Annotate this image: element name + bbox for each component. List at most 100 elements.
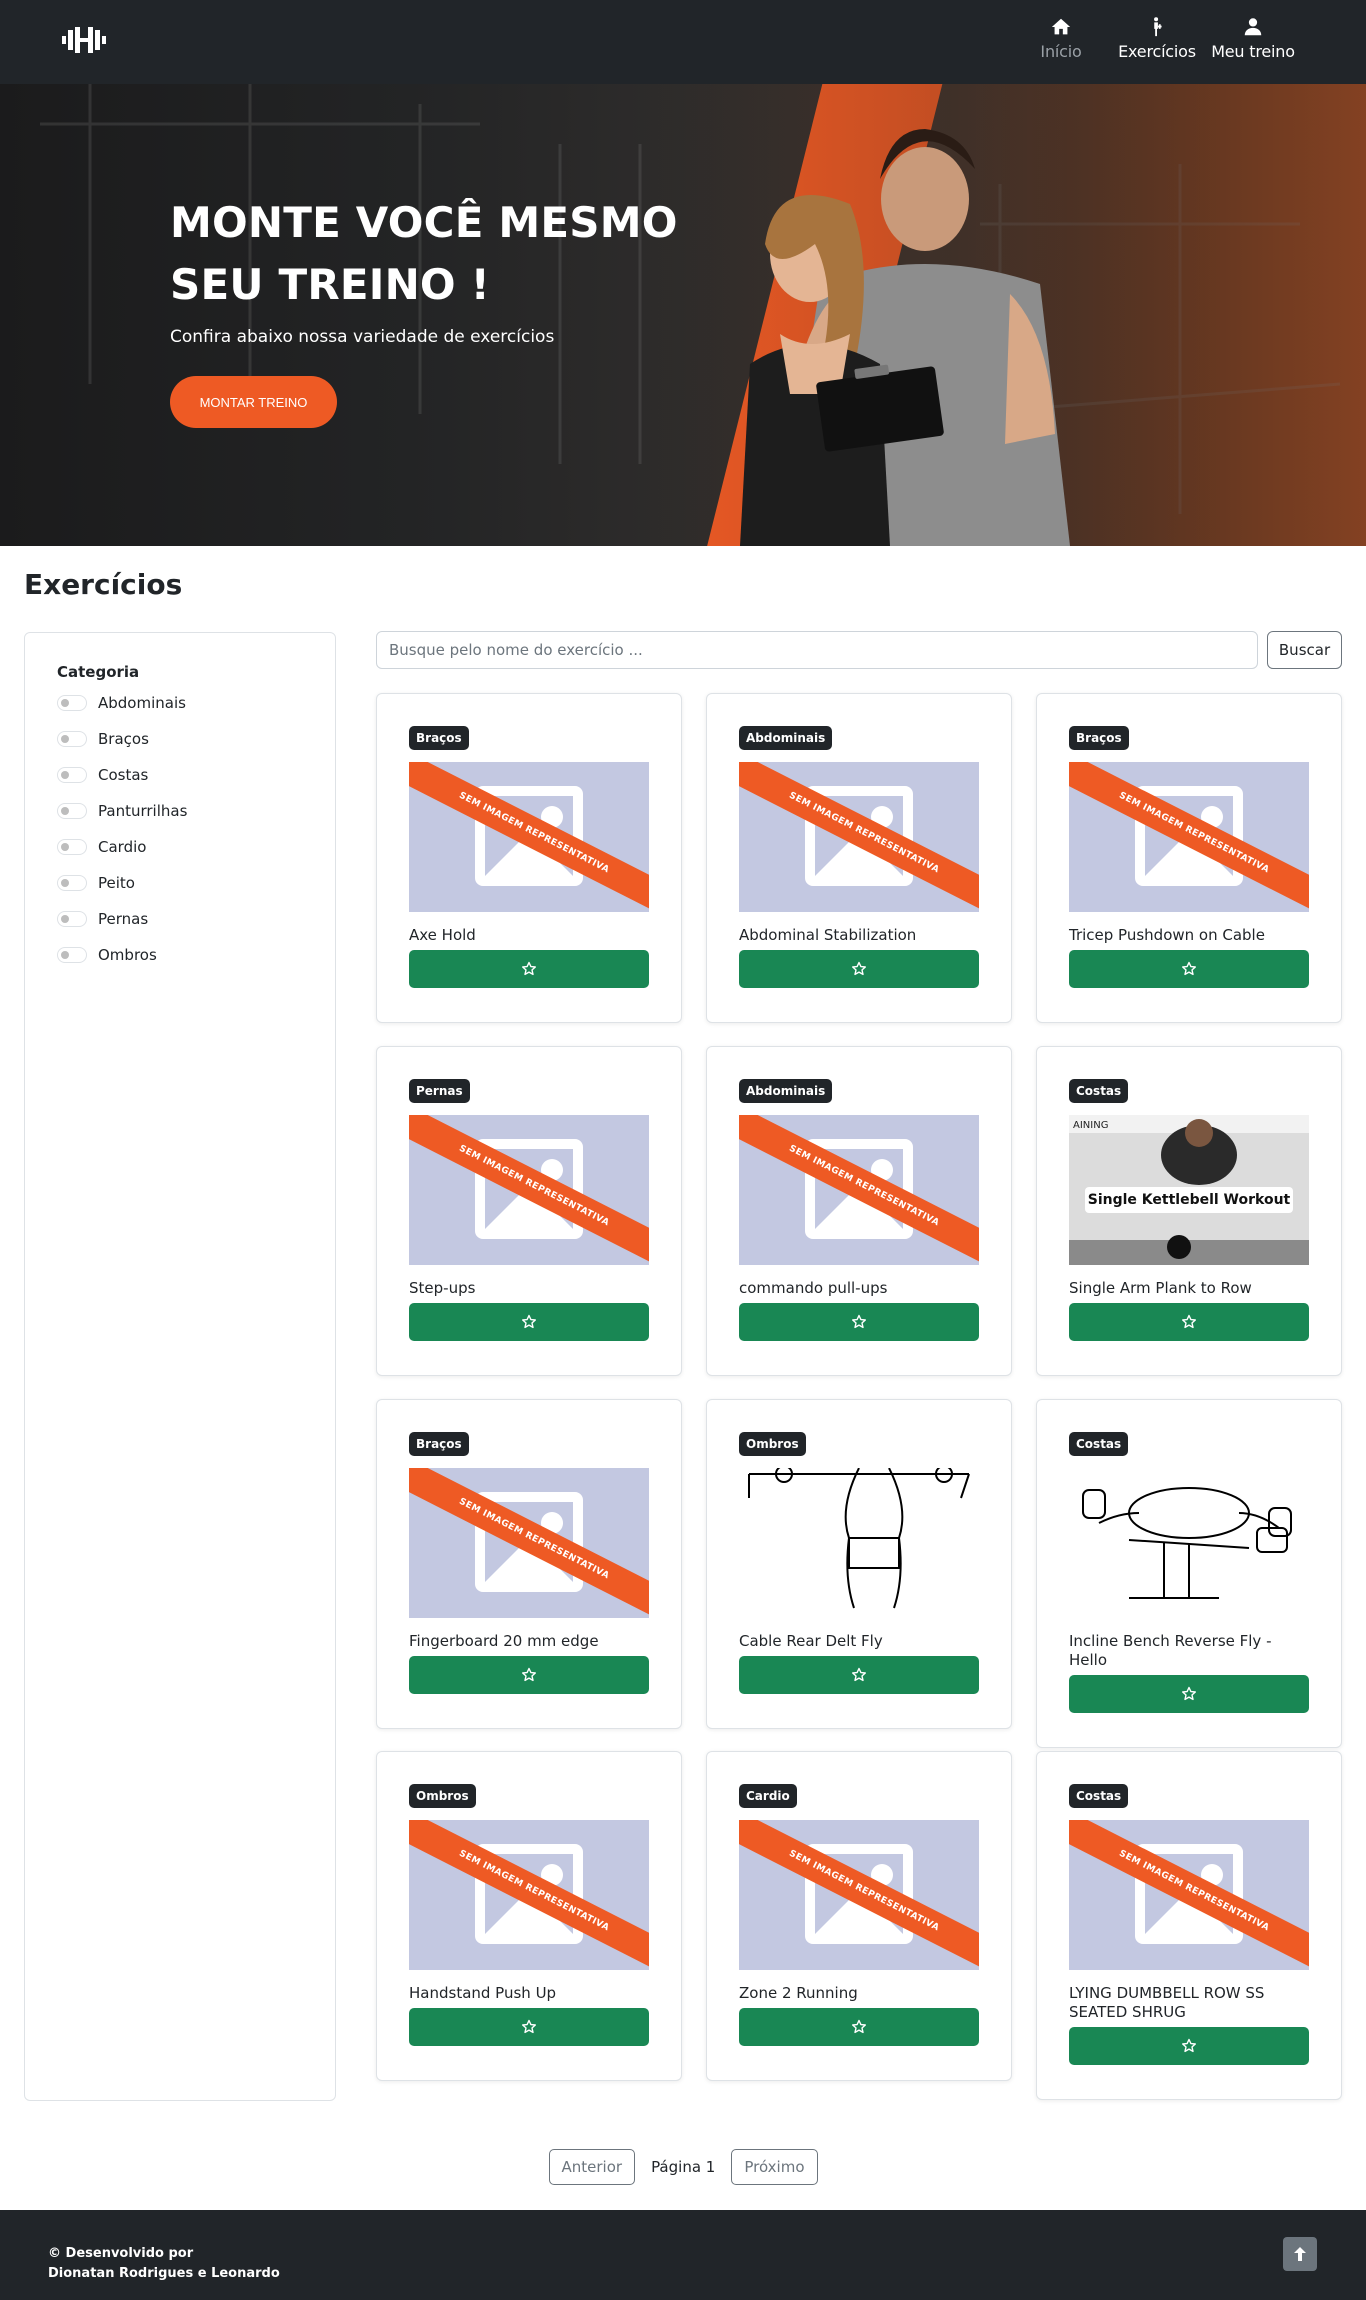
category-badge: Abdominais — [739, 726, 833, 750]
add-to-workout-button[interactable] — [409, 1303, 649, 1341]
category-toggle-abdominais[interactable]: Abdominais — [57, 685, 303, 721]
exercise-card[interactable]: Abdominais SEM IMAGEM REPRESENTATIVA Abdom… — [706, 693, 1012, 1023]
star-icon — [1182, 1686, 1196, 1701]
add-to-workout-button[interactable] — [1069, 950, 1309, 988]
exercise-name: Incline Bench Reverse Fly - Hello — [1069, 1632, 1272, 1669]
category-toggle-pernas[interactable]: Pernas — [57, 901, 303, 937]
exercise-card[interactable]: Ombros Cable Rear Delt Fly — [706, 1399, 1012, 1729]
add-to-workout-button[interactable] — [409, 1656, 649, 1694]
dumbbell-logo-icon[interactable] — [62, 26, 106, 54]
add-to-workout-button[interactable] — [739, 1656, 979, 1694]
category-toggle-braços[interactable]: Braços — [57, 721, 303, 757]
build-workout-button[interactable]: MONTAR TREINO — [170, 376, 337, 428]
add-to-workout-button[interactable] — [1069, 1303, 1309, 1341]
arrow-up-icon — [1294, 2247, 1306, 2261]
exercise-illustration — [739, 1468, 979, 1618]
no-image-placeholder: SEM IMAGEM REPRESENTATIVA — [409, 1820, 649, 1970]
exercise-search-input[interactable] — [376, 631, 1258, 669]
search-button[interactable]: Buscar — [1267, 631, 1342, 669]
category-label: Cardio — [98, 838, 147, 856]
category-label: Pernas — [98, 910, 149, 928]
category-toggle-panturrilhas[interactable]: Panturrilhas — [57, 793, 303, 829]
toggle-switch[interactable] — [57, 803, 87, 819]
nav-exercises[interactable]: Exercícios — [1109, 16, 1205, 61]
add-to-workout-button[interactable] — [1069, 2027, 1309, 2065]
exercise-card[interactable]: Costas SEM IMAGEM REPRESENTATIVA LYING DUM… — [1036, 1751, 1342, 2100]
toggle-switch[interactable] — [57, 911, 87, 927]
footer-credit: © Desenvolvido por Dionatan Rodrigues e … — [48, 2244, 280, 2284]
category-filter-title: Categoria — [57, 663, 140, 681]
no-image-placeholder: SEM IMAGEM REPRESENTATIVA — [739, 762, 979, 912]
category-badge: Costas — [1069, 1784, 1129, 1808]
no-image-banner: SEM IMAGEM REPRESENTATIVA — [409, 1115, 649, 1265]
add-to-workout-button[interactable] — [409, 2008, 649, 2046]
exercise-card[interactable]: Ombros SEM IMAGEM REPRESENTATIVA Handstand… — [376, 1751, 682, 2081]
no-image-placeholder: SEM IMAGEM REPRESENTATIVA — [739, 1115, 979, 1265]
category-badge: Costas — [1069, 1079, 1129, 1103]
previous-page-button[interactable]: Anterior — [548, 2149, 636, 2185]
toggle-switch[interactable] — [57, 695, 87, 711]
pagination: Anterior Página 1 Próximo — [0, 2149, 1366, 2185]
footer-credit-line-1: © Desenvolvido por — [48, 2246, 194, 2261]
add-to-workout-button[interactable] — [1069, 1675, 1309, 1713]
toggle-switch[interactable] — [57, 947, 87, 963]
star-icon — [1182, 1314, 1196, 1329]
add-to-workout-button[interactable] — [739, 2008, 979, 2046]
category-toggle-ombros[interactable]: Ombros — [57, 937, 303, 973]
exercise-card[interactable]: Braços SEM IMAGEM REPRESENTATIVA Fingerboa… — [376, 1399, 682, 1729]
exercise-card[interactable]: Abdominais SEM IMAGEM REPRESENTATIVA comma… — [706, 1046, 1012, 1376]
exercise-drawing — [739, 1468, 979, 1618]
back-to-top-button[interactable] — [1283, 2237, 1317, 2271]
category-label: Costas — [98, 766, 149, 784]
exercise-name: Cable Rear Delt Fly — [739, 1632, 883, 1650]
exercise-card[interactable]: Braços SEM IMAGEM REPRESENTATIVA Tricep Pu… — [1036, 693, 1342, 1023]
nav-my-workout[interactable]: Meu treino — [1205, 16, 1301, 61]
exercise-icon — [1154, 17, 1162, 37]
exercise-drawing — [1069, 1468, 1309, 1618]
no-image-banner: SEM IMAGEM REPRESENTATIVA — [1069, 762, 1309, 912]
star-icon — [522, 1314, 536, 1329]
toggle-switch[interactable] — [57, 839, 87, 855]
category-toggle-cardio[interactable]: Cardio — [57, 829, 303, 865]
no-image-placeholder: SEM IMAGEM REPRESENTATIVA — [739, 1820, 979, 1970]
star-icon — [852, 2019, 866, 2034]
exercise-card[interactable]: Pernas SEM IMAGEM REPRESENTATIVA Step-ups — [376, 1046, 682, 1376]
add-to-workout-button[interactable] — [739, 1303, 979, 1341]
top-navbar: Início Exercícios Meu treino — [0, 0, 1366, 84]
no-image-banner: SEM IMAGEM REPRESENTATIVA — [409, 762, 649, 912]
exercise-name: Fingerboard 20 mm edge — [409, 1632, 599, 1650]
nav-home[interactable]: Início — [1013, 16, 1109, 61]
toggle-switch[interactable] — [57, 875, 87, 891]
toggle-switch[interactable] — [57, 731, 87, 747]
svg-text:AINING: AINING — [1073, 1120, 1108, 1131]
no-image-banner: SEM IMAGEM REPRESENTATIVA — [1069, 1820, 1309, 1970]
toggle-switch[interactable] — [57, 767, 87, 783]
exercise-photo: AINING Single Kettlebell Workout — [1069, 1115, 1309, 1265]
exercise-name: Tricep Pushdown on Cable — [1069, 926, 1265, 944]
category-label: Panturrilhas — [98, 802, 188, 820]
exercise-card[interactable]: Costas AINING Single Kettlebell Workout Sin… — [1036, 1046, 1342, 1376]
category-badge: Pernas — [409, 1079, 470, 1103]
exercise-card[interactable]: Cardio SEM IMAGEM REPRESENTATIVA Zone 2 Ru… — [706, 1751, 1012, 2081]
category-toggle-peito[interactable]: Peito — [57, 865, 303, 901]
exercise-name: Step-ups — [409, 1279, 476, 1297]
exercise-card[interactable]: Costas Incline Bench Reverse Fly - Hello — [1036, 1399, 1342, 1748]
no-image-banner: SEM IMAGEM REPRESENTATIVA — [739, 1115, 979, 1265]
exercise-illustration — [1069, 1468, 1309, 1618]
nav-exercises-label: Exercícios — [1118, 42, 1196, 61]
no-image-banner: SEM IMAGEM REPRESENTATIVA — [409, 1820, 649, 1970]
category-badge: Braços — [409, 726, 469, 750]
add-to-workout-button[interactable] — [739, 950, 979, 988]
no-image-placeholder: SEM IMAGEM REPRESENTATIVA — [1069, 1820, 1309, 1970]
add-to-workout-button[interactable] — [409, 950, 649, 988]
exercise-card[interactable]: Braços SEM IMAGEM REPRESENTATIVA Axe Hold — [376, 693, 682, 1023]
category-badge: Cardio — [739, 1784, 797, 1808]
no-image-placeholder: SEM IMAGEM REPRESENTATIVA — [1069, 762, 1309, 912]
exercise-name: Zone 2 Running — [739, 1984, 858, 2002]
hero-banner: MONTE VOCÊ MESMO SEU TREINO ! Confira ab… — [0, 84, 1366, 546]
category-toggle-costas[interactable]: Costas — [57, 757, 303, 793]
category-badge: Costas — [1069, 1432, 1129, 1456]
star-icon — [522, 1667, 536, 1682]
next-page-button[interactable]: Próximo — [731, 2149, 818, 2185]
star-icon — [1182, 961, 1196, 976]
